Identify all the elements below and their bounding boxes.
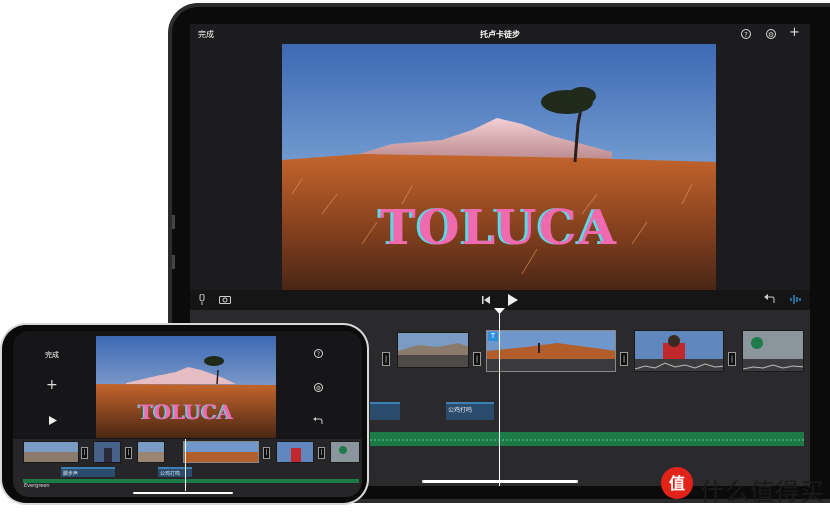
iphone-help-icon[interactable]: ? [314, 349, 323, 358]
iphone-audio-clip-footsteps[interactable]: 脚步声 [61, 467, 115, 477]
ipad-side-button [172, 215, 175, 229]
iphone-video-clip[interactable] [276, 441, 314, 463]
ipad-top-bar: 完成 托卢卡徒步 ? ⚙ + [190, 24, 810, 44]
play-icon[interactable] [508, 294, 518, 306]
playhead-marker-icon [494, 308, 505, 314]
iphone-screen: 完成 + TOLUCA ? ⚙ | | | | 脚步声 公鸡打鸣 Evergre… [13, 331, 362, 497]
audio-clip-label: 公鸡打鸣 [448, 407, 473, 414]
preview-title-text: TOLUCA [380, 200, 618, 256]
iphone-play-icon[interactable] [49, 416, 57, 425]
ipad-toolbar [190, 290, 810, 310]
video-clip[interactable] [742, 330, 804, 372]
ipad-home-indicator [422, 480, 578, 483]
video-clip[interactable] [634, 330, 724, 372]
iphone-home-indicator [133, 492, 233, 494]
transition-marker[interactable]: | [728, 352, 736, 366]
watermark-text: 什么值得买 [700, 478, 825, 506]
microphone-icon[interactable] [198, 294, 206, 306]
gear-icon[interactable]: ⚙ [766, 29, 776, 39]
iphone-music-track[interactable] [23, 479, 359, 483]
iphone-preview-title-text: TOLUCA [138, 400, 234, 424]
iphone-playhead[interactable] [185, 439, 186, 491]
iphone-video-clip[interactable] [23, 441, 79, 463]
iphone-video-preview: TOLUCA [96, 336, 276, 438]
skip-to-start-icon[interactable] [482, 296, 490, 304]
iphone-undo-icon[interactable] [313, 417, 323, 425]
iphone-video-clip[interactable] [330, 441, 360, 463]
done-button[interactable]: 完成 [198, 29, 214, 40]
ipad-side-button [172, 255, 175, 269]
video-preview: TOLUCA [282, 44, 716, 290]
camera-icon[interactable] [219, 295, 231, 304]
audio-clip[interactable] [370, 402, 400, 420]
iphone-add-icon[interactable]: + [46, 377, 58, 393]
iphone-transition-marker[interactable]: | [318, 447, 325, 459]
help-icon[interactable]: ? [741, 29, 751, 39]
iphone-audio-clip-rooster[interactable]: 公鸡打鸣 [158, 467, 192, 477]
iphone-gear-icon[interactable]: ⚙ [314, 383, 323, 392]
iphone-music-label: Evergreen [24, 483, 50, 489]
video-clip-selected[interactable] [486, 330, 616, 372]
video-clip[interactable] [397, 332, 469, 368]
title-marker[interactable]: T [488, 332, 498, 341]
playhead[interactable] [499, 310, 500, 486]
transition-marker[interactable]: | [382, 352, 390, 366]
iphone-transition-marker[interactable]: | [125, 447, 132, 459]
waveform-icon[interactable] [790, 294, 802, 305]
iphone-transition-marker[interactable]: | [81, 447, 88, 459]
project-title: 托卢卡徒步 [480, 30, 520, 39]
iphone-timeline[interactable]: | | | | 脚步声 公鸡打鸣 Evergreen [13, 439, 362, 497]
watermark-logo-text: 值 [669, 474, 685, 493]
audio-clip-rooster[interactable]: 公鸡打鸣 [446, 402, 494, 420]
iphone-video-clip[interactable] [137, 441, 165, 463]
add-icon[interactable]: + [789, 25, 800, 40]
iphone-video-clip-selected[interactable] [183, 441, 259, 463]
iphone-audio-label-footsteps: 脚步声 [63, 471, 79, 477]
iphone-video-clip[interactable] [93, 441, 121, 463]
transition-marker[interactable]: | [620, 352, 628, 366]
undo-icon[interactable] [764, 294, 776, 304]
iphone-done-button[interactable]: 完成 [45, 350, 59, 360]
watermark-logo: 值 [661, 467, 693, 499]
iphone-transition-marker[interactable]: | [263, 447, 270, 459]
iphone-audio-label-rooster: 公鸡打鸣 [160, 471, 181, 477]
background-music-track[interactable] [370, 432, 804, 446]
transition-marker[interactable]: | [473, 352, 481, 366]
